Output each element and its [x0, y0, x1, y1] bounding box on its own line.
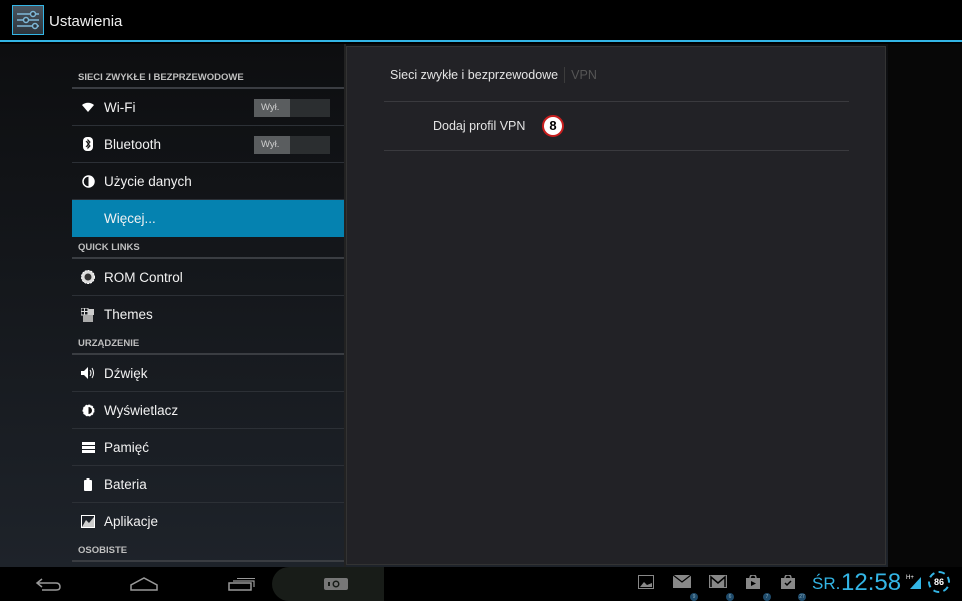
sidebar-item-label: Aplikacje — [104, 514, 159, 529]
app-title: Ustawienia — [49, 13, 123, 30]
right-margin — [888, 44, 962, 567]
notification-count: 9 — [690, 593, 698, 601]
email-notification[interactable] — [672, 574, 692, 589]
settings-list: SIECI ZWYKŁE I BEZPRZEWODOWE Wi-Fi Wył. … — [72, 44, 344, 567]
bluetooth-toggle[interactable]: Wył. — [254, 136, 330, 154]
sidebar-item-label: Themes — [104, 307, 153, 322]
sidebar-item-label: Bluetooth — [104, 136, 162, 152]
recent-apps-button[interactable] — [224, 567, 260, 601]
back-icon — [35, 578, 61, 591]
annotation-badge: 8 — [542, 115, 564, 137]
gallery-notification[interactable] — [638, 575, 656, 589]
play-store-notification[interactable] — [746, 574, 764, 589]
sidebar-item-display[interactable]: Wyświetlacz — [72, 392, 344, 429]
system-navigation-bar: 9 6 7 27 ŚR. 12:58 H+ 86 — [0, 567, 962, 601]
sound-icon — [81, 366, 95, 380]
data-usage-icon — [81, 174, 95, 188]
notification-count: 27 — [798, 593, 806, 601]
bluetooth-icon — [81, 137, 95, 151]
sidebar-item-label: Wyświetlacz — [104, 402, 179, 418]
sidebar-item-label: Bateria — [104, 476, 147, 492]
add-vpn-profile-item[interactable]: Dodaj profil VPN — [433, 119, 525, 133]
sidebar-item-battery[interactable]: Bateria — [72, 466, 344, 503]
breadcrumb-parent[interactable]: Sieci zwykłe i bezprzewodowe — [390, 68, 558, 82]
svg-text:H+: H+ — [906, 575, 914, 581]
sidebar-item-label: ROM Control — [104, 269, 183, 285]
divider — [384, 101, 849, 102]
store-update-notification[interactable] — [781, 574, 799, 589]
notification-count: 7 — [763, 593, 771, 601]
sidebar-item-label: Wi-Fi — [104, 99, 136, 115]
gallery-icon — [638, 575, 654, 589]
section-header-wireless: SIECI ZWYKŁE I BEZPRZEWODOWE — [72, 67, 344, 89]
themes-icon — [81, 307, 95, 322]
sidebar-item-wifi[interactable]: Wi-Fi Wył. — [72, 89, 344, 126]
storage-icon — [81, 440, 95, 454]
sidebar-item-label: Pamięć — [104, 439, 150, 455]
section-header-device: URZĄDZENIE — [72, 333, 344, 355]
toggle-knob: Wył. — [254, 136, 290, 154]
divider — [384, 150, 849, 151]
sidebar-item-themes[interactable]: Themes — [72, 296, 344, 333]
battery-indicator: 86 — [928, 571, 950, 593]
back-button[interactable] — [30, 567, 66, 601]
battery-icon — [81, 477, 95, 491]
notification-count: 6 — [726, 593, 734, 601]
sidebar-item-data-usage[interactable]: Użycie danych — [72, 163, 344, 200]
display-icon — [81, 403, 95, 417]
wifi-icon — [81, 100, 95, 114]
breadcrumb-current: VPN — [571, 68, 597, 82]
home-button[interactable] — [126, 567, 162, 601]
apps-icon — [81, 515, 95, 529]
sidebar-item-label: Więcej... — [104, 211, 156, 226]
breadcrumb-separator — [564, 67, 566, 83]
sidebar-item-storage[interactable]: Pamięć — [72, 429, 344, 466]
toggle-knob: Wył. — [254, 99, 290, 117]
sidebar-item-sound[interactable]: Dźwięk — [72, 355, 344, 392]
sidebar-item-rom-control[interactable]: ROM Control — [72, 259, 344, 296]
sidebar-item-bluetooth[interactable]: Bluetooth Wył. — [72, 126, 344, 163]
signal-icon: H+ — [906, 573, 922, 594]
home-icon — [130, 577, 158, 591]
play-store-icon — [746, 574, 760, 589]
section-header-quick-links: QUICK LINKS — [72, 237, 344, 259]
wifi-toggle[interactable]: Wył. — [254, 99, 330, 117]
action-bar: Ustawienia — [0, 0, 962, 42]
breadcrumb: Sieci zwykłe i bezprzewodowe VPN — [390, 67, 597, 83]
sidebar-item-more[interactable]: Więcej... — [72, 200, 344, 237]
sidebar-item-label: Użycie danych — [104, 173, 192, 189]
sidebar-item-apps[interactable]: Aplikacje — [72, 503, 344, 540]
gmail-notification[interactable] — [709, 575, 727, 589]
gmail-icon — [709, 575, 727, 588]
status-clock[interactable]: 12:58 — [841, 569, 901, 597]
detail-panel: Sieci zwykłe i bezprzewodowe VPN Dodaj p… — [346, 46, 886, 565]
recent-apps-icon — [228, 578, 255, 591]
store-update-icon — [781, 574, 795, 589]
settings-sliders-icon[interactable] — [12, 5, 44, 35]
email-icon — [672, 574, 692, 588]
screenshot-button[interactable] — [320, 567, 352, 601]
section-header-personal: OSOBISTE — [72, 540, 344, 562]
sidebar-item-label: Dźwięk — [104, 365, 148, 381]
screenshot-icon — [324, 578, 348, 590]
rom-control-icon — [81, 270, 95, 284]
status-day: ŚR. — [812, 574, 841, 593]
